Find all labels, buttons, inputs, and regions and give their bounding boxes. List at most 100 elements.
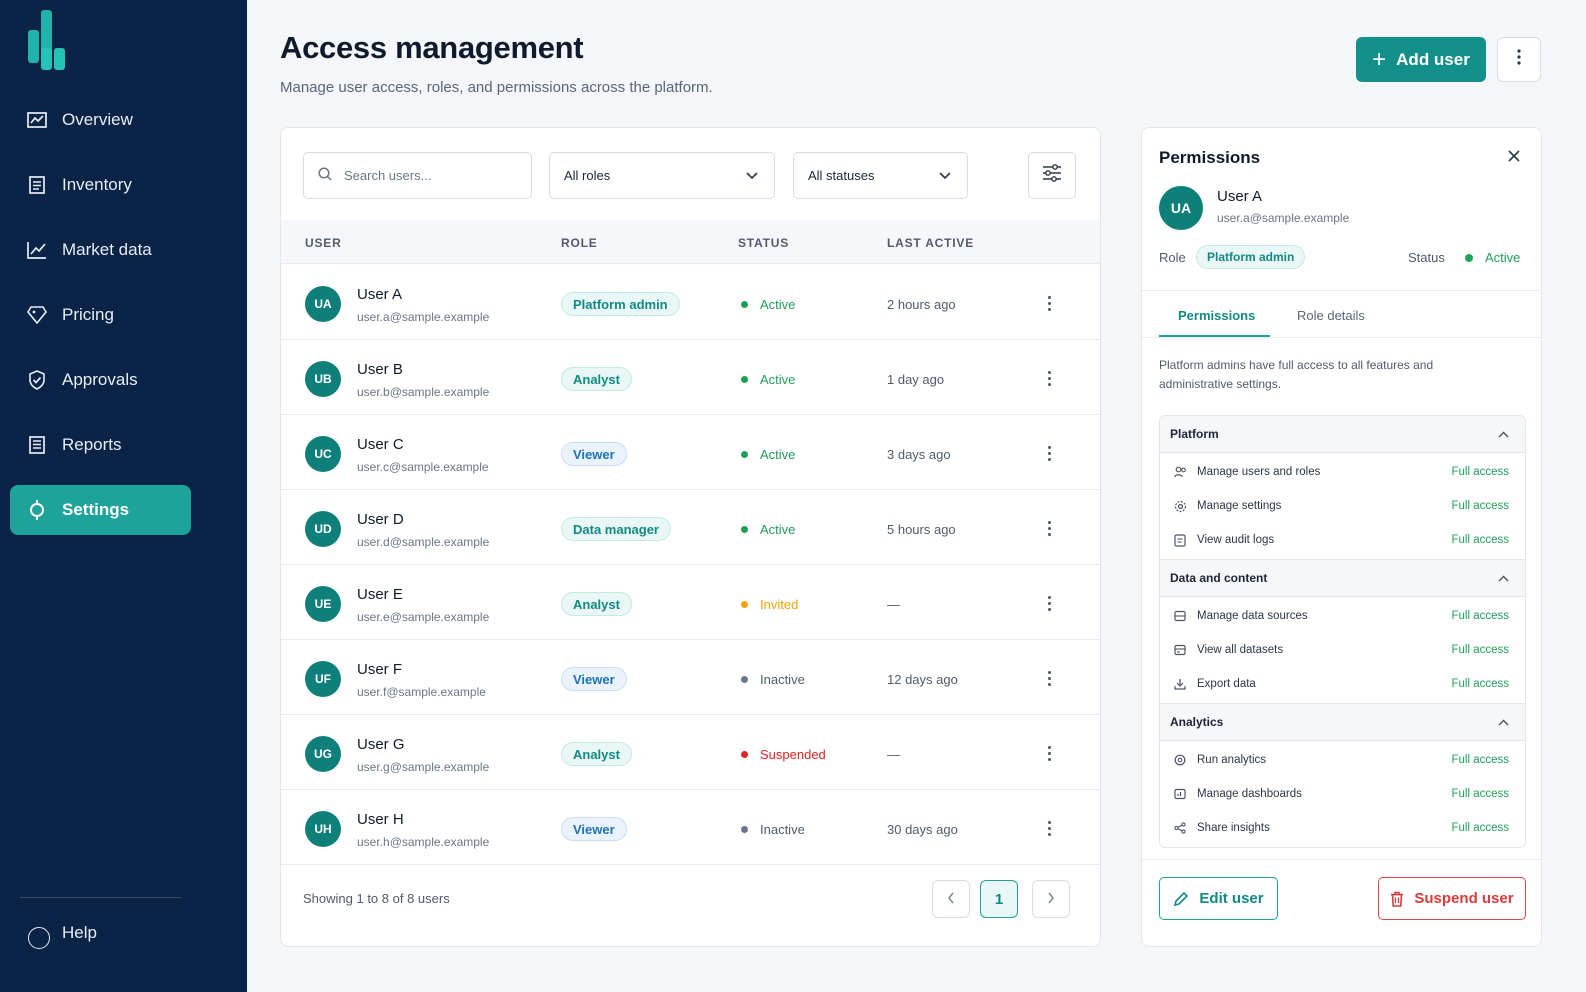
row-actions-button[interactable] [1041, 293, 1057, 313]
user-email: user.c@sample.example [357, 460, 489, 474]
user-email: user.e@sample.example [357, 610, 490, 624]
user-name: User E [357, 586, 403, 603]
status-badge: Active [741, 372, 795, 387]
tab-role-details[interactable]: Role details [1297, 308, 1365, 323]
status-dot-icon [741, 526, 748, 533]
table-row[interactable]: UH User H user.h@sample.example Viewer Inact… [281, 790, 1100, 865]
column-header-status[interactable]: STATUS [738, 236, 789, 250]
sidebar-item-reports[interactable]: Reports [10, 420, 191, 470]
app-logo[interactable] [28, 10, 76, 70]
table-row[interactable]: UG User G user.g@sample.example Analyst Susp… [281, 715, 1100, 790]
plus-icon: + [1372, 45, 1387, 73]
column-header-user[interactable]: USER [305, 236, 342, 250]
status-text: Active [760, 297, 796, 312]
row-actions-button[interactable] [1041, 443, 1057, 463]
panel-user-email: user.a@sample.example [1217, 211, 1350, 225]
user-email: user.d@sample.example [357, 535, 490, 549]
permission-item: Export data Full access [1160, 667, 1525, 701]
role-badge: Analyst [561, 367, 632, 391]
user-email: user.b@sample.example [357, 385, 490, 399]
report-icon [26, 434, 48, 456]
last-active: 30 days ago [887, 822, 958, 837]
filter-settings-button[interactable] [1028, 152, 1076, 199]
avatar: UE [305, 586, 341, 622]
more-options-button[interactable] [1497, 37, 1541, 82]
status-label: Status [1408, 250, 1445, 265]
table-row[interactable]: UB User B user.b@sample.example Analyst Acti… [281, 340, 1100, 415]
permission-group: Data and content Manage data sources Full … [1160, 560, 1525, 704]
page-button-current[interactable]: 1 [980, 880, 1018, 918]
sidebar-item-approvals[interactable]: Approvals [10, 355, 191, 405]
sidebar-item-label: Approvals [62, 370, 138, 389]
last-active: — [887, 597, 900, 612]
access-level: Full access [1451, 754, 1509, 766]
prev-page-button[interactable] [932, 880, 970, 918]
sidebar-item-pricing[interactable]: Pricing [10, 290, 191, 340]
dashboard-icon [1173, 787, 1187, 801]
sidebar-item-overview[interactable]: Overview [10, 95, 191, 145]
dataset-icon [1173, 643, 1187, 657]
last-active: 5 hours ago [887, 522, 956, 537]
avatar: UC [305, 436, 341, 472]
access-level: Full access [1451, 788, 1509, 800]
status-text: Active [760, 447, 796, 462]
permission-group-title: Analytics [1170, 715, 1224, 729]
table-row[interactable]: UE User E user.e@sample.example Analyst Invi… [281, 565, 1100, 640]
avatar: UF [305, 661, 341, 697]
sidebar-item-help[interactable]: Help [28, 917, 97, 949]
next-page-button[interactable] [1032, 880, 1070, 918]
table-row[interactable]: UF User F user.f@sample.example Viewer Inact… [281, 640, 1100, 715]
user-email: user.a@sample.example [357, 310, 490, 324]
status-filter-select[interactable]: All statuses [793, 152, 968, 199]
sidebar-item-inventory[interactable]: Inventory [10, 160, 191, 210]
permission-label: Manage settings [1197, 500, 1282, 512]
sidebar-item-label: Overview [62, 110, 133, 129]
status-dot-icon [741, 676, 748, 683]
role-filter-value: All roles [564, 168, 611, 183]
column-header-role[interactable]: ROLE [561, 236, 598, 250]
settings-icon [26, 499, 48, 521]
last-active: 12 days ago [887, 672, 958, 687]
edit-user-button[interactable]: Edit user [1159, 877, 1278, 920]
table-row[interactable]: UC User C user.c@sample.example Viewer Activ… [281, 415, 1100, 490]
download-icon [1173, 677, 1187, 691]
row-actions-button[interactable] [1041, 743, 1057, 763]
suspend-user-button[interactable]: Suspend user [1378, 877, 1526, 920]
table-row[interactable]: UA User A user.a@sample.example Platform ad… [281, 265, 1100, 340]
access-level: Full access [1451, 466, 1509, 478]
sidebar-item-market-data[interactable]: Market data [10, 225, 191, 275]
row-actions-button[interactable] [1041, 593, 1057, 613]
role-badge: Analyst [561, 592, 632, 616]
row-actions-button[interactable] [1041, 518, 1057, 538]
chart-icon [26, 109, 48, 131]
tab-permissions[interactable]: Permissions [1178, 308, 1255, 323]
search-input[interactable]: Search users... [303, 152, 532, 199]
suspend-user-label: Suspend user [1414, 890, 1514, 907]
gear-icon [1173, 499, 1187, 513]
close-panel-button[interactable] [1507, 149, 1521, 168]
access-level: Full access [1451, 822, 1509, 834]
analytics-icon [1173, 753, 1187, 767]
chevron-down-icon [746, 168, 758, 183]
status-text: Inactive [760, 822, 805, 837]
more-vertical-icon [1517, 49, 1521, 70]
avatar: UH [305, 811, 341, 847]
sidebar-item-settings[interactable]: Settings [10, 485, 191, 535]
sidebar-item-label: Inventory [62, 175, 132, 194]
sidebar-item-label: Market data [62, 240, 152, 259]
role-filter-select[interactable]: All roles [549, 152, 775, 199]
permission-group-header[interactable]: Analytics [1160, 704, 1525, 741]
row-actions-button[interactable] [1041, 668, 1057, 688]
chevron-right-icon [1047, 891, 1055, 908]
permission-group-header[interactable]: Platform [1160, 416, 1525, 453]
permission-item: Share insights Full access [1160, 811, 1525, 845]
permission-item: View all datasets Full access [1160, 633, 1525, 667]
add-user-button[interactable]: + Add user [1356, 37, 1486, 82]
table-row[interactable]: UD User D user.d@sample.example Data manage… [281, 490, 1100, 565]
status-badge: Invited [741, 597, 798, 612]
row-actions-button[interactable] [1041, 368, 1057, 388]
row-actions-button[interactable] [1041, 818, 1057, 838]
permission-group-header[interactable]: Data and content [1160, 560, 1525, 597]
help-label: Help [62, 923, 97, 942]
column-header-last-active[interactable]: LAST ACTIVE [887, 236, 974, 250]
